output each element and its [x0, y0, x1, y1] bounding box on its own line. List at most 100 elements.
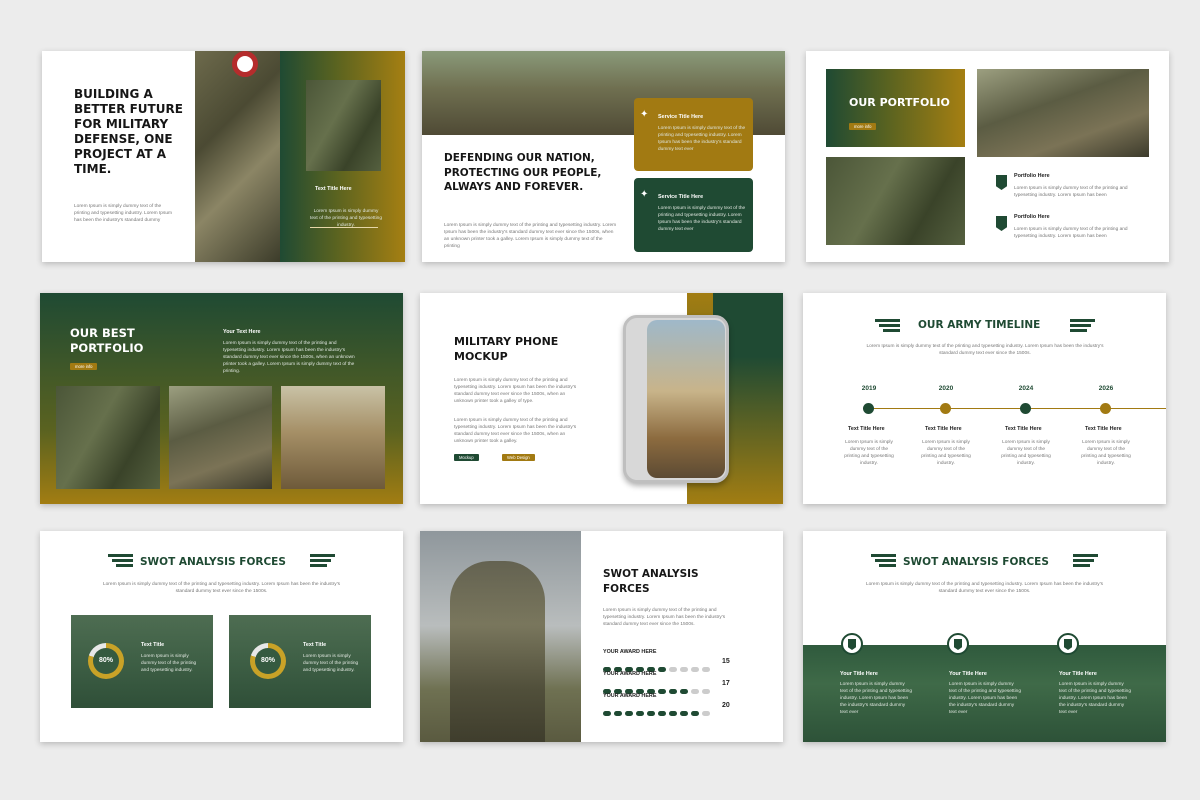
slide-9[interactable]: SWOT ANALYSIS FORCES Lorem Ipsum is simp…	[803, 531, 1166, 742]
more-info-button[interactable]: more info	[849, 123, 877, 130]
slide-5-body-2: Lorem Ipsum is simply dummy text of the …	[454, 418, 577, 444]
award-value: 17	[722, 680, 730, 687]
slide-1-card-title: Text Title Here	[315, 186, 352, 192]
slide-5-body-1: Lorem Ipsum is simply dummy text of the …	[454, 378, 577, 404]
slide-4[interactable]: OUR BEST PORTFOLIO more info Your Text H…	[40, 293, 403, 504]
title-stripes-left	[875, 319, 900, 322]
target-icon	[232, 51, 258, 77]
award-value: 15	[722, 658, 730, 665]
more-info-button[interactable]: more info	[70, 363, 98, 370]
swot-item-title: Your Title Here	[1059, 671, 1097, 677]
soldier-silhouette	[450, 561, 545, 742]
title-stripe	[883, 329, 900, 332]
award-bar	[603, 659, 713, 672]
title-stripe	[875, 559, 896, 562]
slide-2[interactable]: DEFENDING OUR NATION, PROTECTING OUR PEO…	[422, 51, 785, 262]
title-stripe	[310, 554, 335, 557]
service-card-2-title: Service Title Here	[658, 194, 704, 200]
portfolio-item-1-body: Lorem Ipsum is simply dummy text of the …	[1014, 186, 1128, 198]
slide-7-title: SWOT ANALYSIS FORCES	[140, 556, 286, 568]
slide-5-title: MILITARY PHONE MOCKUP	[454, 335, 559, 363]
medal-icon: ✦	[640, 109, 649, 120]
badge-icon	[996, 216, 1007, 231]
slide-9-body: Lorem Ipsum is simply dummy text of the …	[865, 582, 1104, 594]
camouflage-soldier-photo	[826, 157, 965, 245]
slide-8[interactable]: SWOT ANALYSIS FORCES Lorem Ipsum is simp…	[420, 531, 783, 742]
timeline-year: 2019	[861, 385, 877, 392]
title-stripe	[1070, 324, 1091, 327]
timeline-dot[interactable]	[863, 403, 874, 414]
slide-7-body: Lorem Ipsum is simply dummy text of the …	[102, 582, 341, 594]
slide-1-title: BUILDING A BETTER FUTURE FOR MILITARY DE…	[74, 87, 183, 176]
soldier-portrait-photo	[306, 80, 381, 171]
slide-2-body: Lorem Ipsum is simply dummy text of the …	[444, 223, 617, 249]
slide-1[interactable]: BUILDING A BETTER FUTURE FOR MILITARY DE…	[42, 51, 405, 262]
timeline-item-title: Text Title Here	[848, 426, 885, 432]
title-stripe	[310, 559, 331, 562]
title-stripe	[879, 324, 900, 327]
phone-screen-soldier-photo	[647, 320, 725, 478]
slide-8-title: SWOT ANALYSIS FORCES	[603, 568, 699, 595]
timeline-item-title: Text Title Here	[1085, 426, 1122, 432]
badge-icon	[841, 633, 863, 655]
badge-icon	[947, 633, 969, 655]
award-label: YOUR AWARD HERE	[603, 671, 657, 677]
slide-6-title: OUR ARMY TIMELINE	[918, 319, 1041, 331]
swot-card-1-body: Lorem Ipsum is simply dummy text of the …	[141, 654, 197, 673]
portfolio-item-1-title: Portfolio Here	[1014, 173, 1050, 179]
timeline-year: 2024	[1018, 385, 1034, 392]
title-stripe	[1073, 559, 1094, 562]
slide-3-title: OUR PORTFOLIO	[849, 96, 950, 109]
title-stripe	[879, 564, 896, 567]
service-card-1-body: Lorem Ipsum is simply dummy text of the …	[658, 126, 746, 152]
slide-6-body: Lorem Ipsum is simply dummy text of the …	[866, 344, 1104, 356]
slide-8-body: Lorem Ipsum is simply dummy text of the …	[603, 608, 726, 627]
portfolio-photo-1	[56, 386, 160, 489]
badge-icon	[1057, 633, 1079, 655]
timeline-dot[interactable]	[940, 403, 951, 414]
slide-4-title: OUR BEST PORTFOLIO	[70, 326, 144, 355]
slide-9-title: SWOT ANALYSIS FORCES	[903, 556, 1049, 568]
divider	[310, 227, 378, 228]
swot-item-body: Lorem Ipsum is simply dummy text of the …	[1059, 682, 1132, 715]
timeline-item-title: Text Title Here	[925, 426, 962, 432]
timeline-item-title: Text Title Here	[1005, 426, 1042, 432]
title-stripe	[112, 559, 133, 562]
slide-2-title: DEFENDING OUR NATION, PROTECTING OUR PEO…	[444, 152, 602, 193]
timeline-dot[interactable]	[1100, 403, 1111, 414]
swot-card-2-title: Text Title	[303, 642, 327, 648]
soldiers-aiming-photo	[977, 69, 1149, 157]
timeline-dot[interactable]	[1020, 403, 1031, 414]
portfolio-item-2-title: Portfolio Here	[1014, 214, 1050, 220]
slide-4-subtitle: Your Text Here	[223, 329, 261, 335]
slide-5[interactable]: MILITARY PHONE MOCKUP Lorem Ipsum is sim…	[420, 293, 783, 504]
timeline-year: 2020	[938, 385, 954, 392]
award-bar	[603, 681, 713, 694]
timeline-item-body: Lorem Ipsum is simply dummy text of the …	[844, 440, 894, 466]
slide-1-card-body: Lorem Ipsum is simply dummy text of the …	[310, 209, 383, 228]
web-design-button[interactable]: Web Design	[502, 454, 535, 461]
title-stripe	[1070, 329, 1087, 332]
service-card-1-title: Service Title Here	[658, 114, 704, 120]
swot-card-2-body: Lorem Ipsum is simply dummy text of the …	[303, 654, 359, 673]
service-card-2-body: Lorem Ipsum is simply dummy text of the …	[658, 206, 746, 232]
swot-card-1-title: Text Title	[141, 642, 165, 648]
mockup-button[interactable]: Mockup	[454, 454, 479, 461]
timeline-year: 2026	[1098, 385, 1114, 392]
title-stripes-right	[1070, 319, 1095, 322]
progress-percent: 80%	[93, 648, 119, 674]
award-label: YOUR AWARD HERE	[603, 649, 657, 655]
progress-ring: 80%	[250, 643, 286, 679]
slide-1-body: Lorem Ipsum is simply dummy text of the …	[74, 204, 173, 223]
slide-6[interactable]: OUR ARMY TIMELINE Lorem Ipsum is simply …	[803, 293, 1166, 504]
progress-ring: 80%	[88, 643, 124, 679]
award-value: 20	[722, 702, 730, 709]
swot-item-body: Lorem Ipsum is simply dummy text of the …	[949, 682, 1022, 715]
title-stripe	[1073, 554, 1098, 557]
portfolio-item-2-body: Lorem Ipsum is simply dummy text of the …	[1014, 227, 1128, 239]
title-stripe	[116, 564, 133, 567]
portfolio-photo-2	[169, 386, 272, 489]
slide-3[interactable]: OUR PORTFOLIO more info Portfolio Here L…	[806, 51, 1169, 262]
slide-7[interactable]: SWOT ANALYSIS FORCES Lorem Ipsum is simp…	[40, 531, 403, 742]
title-stripe	[108, 554, 133, 557]
